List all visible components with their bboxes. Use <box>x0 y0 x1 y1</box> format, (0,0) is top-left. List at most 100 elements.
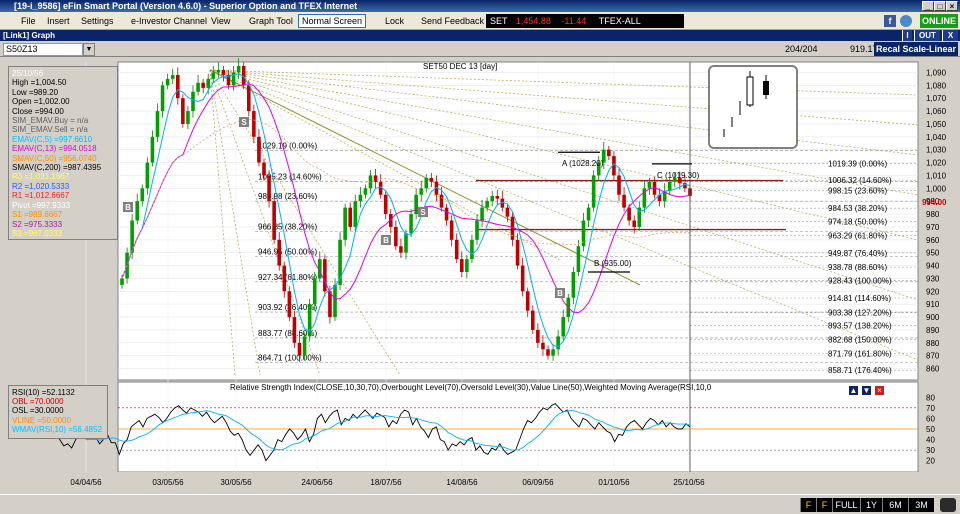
symbol-input[interactable]: S50Z13 <box>3 43 83 56</box>
candle-body <box>343 207 347 240</box>
indicator-info-row: S2 =975.3333 <box>12 219 63 229</box>
timeframe-full[interactable]: FULL <box>832 498 860 512</box>
menu-view[interactable]: View <box>208 14 233 28</box>
candle-body <box>292 317 297 343</box>
menu-bar: File Insert Settings e-Investor Channel … <box>0 12 960 30</box>
arrow-down-icon[interactable]: ▼ <box>861 385 872 396</box>
price-tick-label: 890 <box>926 326 940 335</box>
candle-body <box>262 162 266 176</box>
first-bar-button[interactable]: F <box>800 498 816 512</box>
price-tick-label: 1,000 <box>926 184 947 193</box>
indicator-info-row: S1 =989.6667 <box>12 210 63 220</box>
recal-scale-button[interactable]: Recal Scale-Linear <box>874 42 958 56</box>
time-tick-label: 25/10/56 <box>673 478 705 487</box>
fib-level-label: 927.34 (61.80%) <box>258 273 317 282</box>
close-panel-icon[interactable]: × <box>874 385 885 396</box>
price-tick-label: 920 <box>926 287 940 296</box>
price-tick-label: 940 <box>926 262 940 271</box>
close-graph-button[interactable]: X <box>942 30 958 41</box>
fib-ext-label: 1019.39 (0.00%) <box>828 159 887 168</box>
fib-ext-label: 963.29 (61.80%) <box>828 232 887 241</box>
rsi-tick-label: 50 <box>926 425 935 434</box>
facebook-icon[interactable]: f <box>884 15 896 27</box>
arrow-up-icon[interactable]: ▲ <box>848 385 859 396</box>
menu-insert[interactable]: Insert <box>44 14 73 28</box>
candle-body <box>429 178 434 182</box>
indicator-info-panel: 25/10/56 High =1,004.50 Low =989.20 Open =1… <box>8 66 118 240</box>
indicator-info-row: R3 =1,031.1667 <box>12 172 70 182</box>
candle-body <box>394 226 398 247</box>
candle-body <box>490 196 495 202</box>
rsi-pane <box>117 381 919 473</box>
minimize-button[interactable]: _ <box>922 1 934 11</box>
menu-e-investor-channel[interactable]: e-Investor Channel <box>128 14 210 28</box>
fast-forward-button[interactable]: F <box>816 498 832 512</box>
indicator-info-row: SMAV(C,200) =987.4395 <box>12 163 102 173</box>
pattern-point-label: A (1028.20) <box>562 159 604 168</box>
indicator-info-row: High =1,004.50 <box>12 78 67 88</box>
menu-lock[interactable]: Lock <box>382 14 407 28</box>
rsi-legend-row: OSL =30.0000 <box>12 406 64 416</box>
menu-settings[interactable]: Settings <box>78 14 117 28</box>
fib-level-label: 989.98 (23.60%) <box>258 192 317 201</box>
rsi-legend-row: RSI(10) =52.1132 <box>12 388 75 397</box>
chart-title: SET50 DEC 13 <box>423 62 478 71</box>
close-window-button[interactable]: × <box>946 1 958 11</box>
maximize-button[interactable]: □ <box>934 1 946 11</box>
candle-body <box>181 98 185 124</box>
candle-body <box>622 194 626 208</box>
price-chart[interactable]: 1,090 1,080 1,070 1,060 1,050 1,040 1,030 1,020… <box>0 57 960 494</box>
candle-body <box>328 291 332 318</box>
time-tick-label: 01/10/56 <box>598 478 630 487</box>
candle-body <box>246 85 251 112</box>
signal-marker-label: B <box>125 203 131 212</box>
candle-body <box>272 201 276 240</box>
rsi-tick-label: 70 <box>926 404 935 413</box>
candle-body <box>409 214 413 234</box>
candle-body <box>150 136 155 163</box>
timeframe-3m[interactable]: 3M <box>908 498 934 512</box>
time-tick-label: 03/05/56 <box>152 478 184 487</box>
rsi-legend-panel: RSI(10) =52.1132 OBL =70.0000 OSL =30.0000… <box>8 385 108 439</box>
candle-body <box>221 69 226 76</box>
fib-ext-label: 1006.32 (14.60%) <box>828 176 892 185</box>
candle-body <box>576 246 581 272</box>
candle-body <box>211 72 216 79</box>
timeframe-1y[interactable]: 1Y <box>860 498 882 512</box>
menu-file[interactable]: File <box>18 14 39 28</box>
candlestick-type-icon[interactable] <box>708 65 798 149</box>
candle-body <box>145 162 150 189</box>
out-button[interactable]: OUT <box>914 30 940 41</box>
candle-body <box>363 188 368 195</box>
candle-body <box>358 194 363 202</box>
indicator-info-row: R1 =1,012.6667 <box>12 191 70 201</box>
candle-body <box>170 75 175 79</box>
timeframe-6m[interactable]: 6M <box>882 498 908 512</box>
rsi-tick-label: 60 <box>926 414 935 423</box>
candle-body <box>333 284 337 318</box>
candle-body <box>282 265 287 292</box>
menu-normal-screen[interactable]: Normal Screen <box>298 14 367 28</box>
menu-graph-tool[interactable]: Graph Tool <box>246 14 296 28</box>
indicator-info-row: SIM_EMAV.Buy = n/a <box>12 116 89 126</box>
chart-period: [day] <box>480 62 497 71</box>
price-tick-label: 1,090 <box>926 68 947 77</box>
candle-body <box>206 78 211 88</box>
candle-body <box>297 342 302 356</box>
candle-body <box>459 259 464 272</box>
info-button[interactable]: I <box>902 30 912 41</box>
fib-ext-label: 984.53 (38.20%) <box>828 204 887 213</box>
indicator-info-row: EMAV(C,5) =997.6610 <box>12 134 93 144</box>
last-price-label: 994.00 <box>922 198 947 207</box>
graph-window-header: [Link1] Graph I OUT X <box>0 30 960 41</box>
ticker-index-label: SET <box>490 16 508 26</box>
candle-body <box>175 75 180 99</box>
user-icon[interactable] <box>900 15 912 27</box>
menu-send-feedback[interactable]: Send Feedback <box>418 14 487 28</box>
x-axis-area <box>0 472 960 494</box>
chevron-down-icon[interactable]: ▼ <box>83 43 95 56</box>
price-tick-label: 1,080 <box>926 81 947 90</box>
candle-body <box>302 336 307 356</box>
price-tick-label: 1,030 <box>926 146 947 155</box>
fib-level-label: 864.71 (100.00%) <box>258 353 322 362</box>
